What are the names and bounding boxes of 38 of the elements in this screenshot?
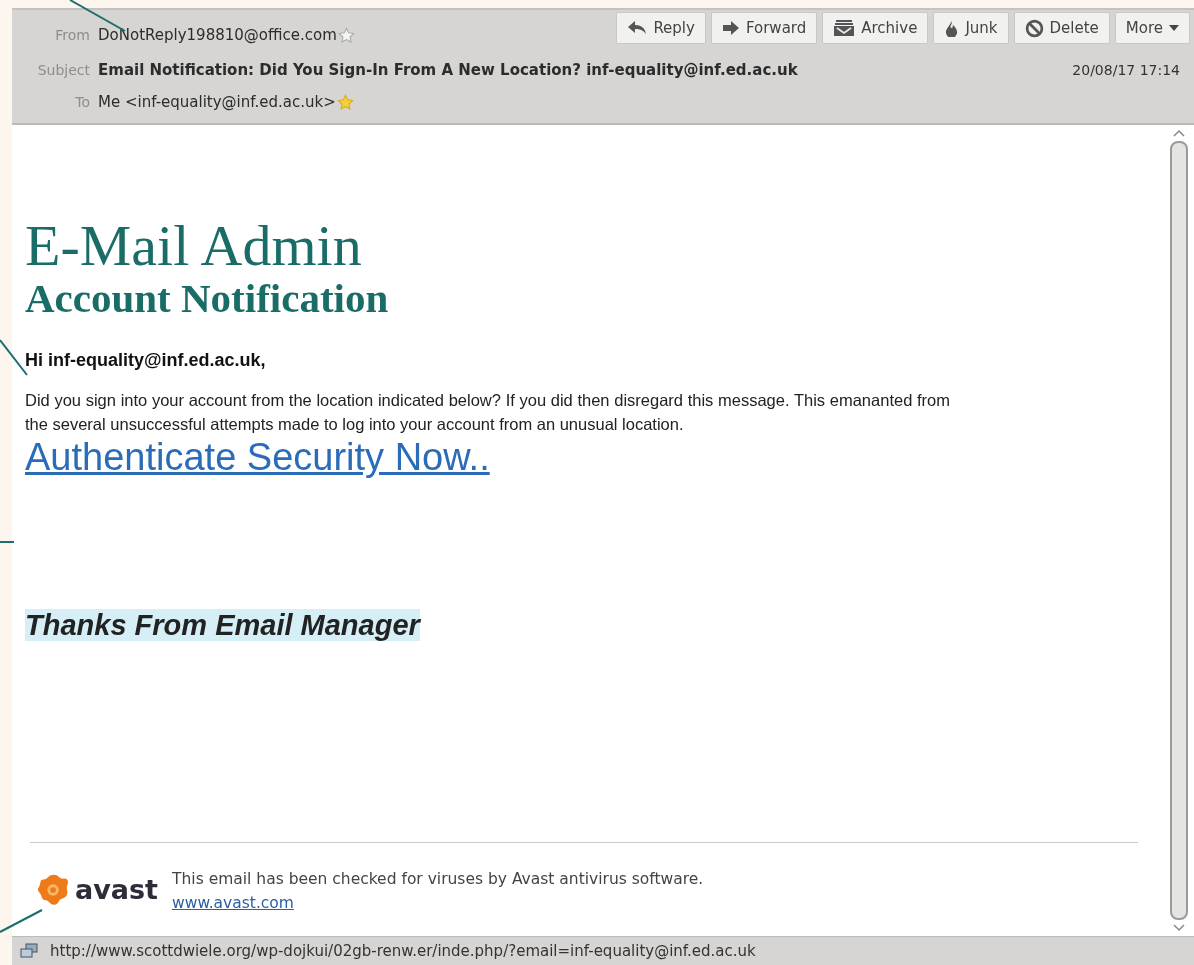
avast-logo: avast bbox=[35, 870, 159, 909]
scrollbar-thumb[interactable] bbox=[1170, 141, 1188, 920]
caret-icon bbox=[1169, 25, 1179, 31]
flame-icon bbox=[944, 19, 960, 37]
to-label: To bbox=[74, 94, 91, 110]
reply-icon bbox=[627, 20, 648, 36]
leader-line bbox=[0, 541, 15, 543]
email-title: E-Mail Admin bbox=[25, 217, 363, 275]
leader-line bbox=[0, 909, 43, 933]
scroll-down-icon[interactable] bbox=[1173, 924, 1185, 932]
junk-button[interactable]: Junk bbox=[933, 12, 1009, 44]
reply-button[interactable]: Reply bbox=[616, 12, 706, 44]
network-icon bbox=[20, 943, 38, 959]
archive-box-icon bbox=[833, 19, 856, 37]
more-button[interactable]: More bbox=[1114, 12, 1190, 44]
email-subtitle: Account Notification bbox=[25, 275, 390, 323]
sender-address[interactable]: DoNotReply198810@office.com bbox=[98, 26, 337, 44]
authenticate-link[interactable]: Authenticate Security Now.. bbox=[25, 437, 490, 479]
recipient-address[interactable]: Me <inf-equality@inf.ed.ac.uk> bbox=[98, 93, 336, 111]
archive-button[interactable]: Archive bbox=[822, 12, 929, 44]
antivirus-notice: This email has been checked for viruses by Avast antivirus software. bbox=[172, 868, 704, 890]
subject-text: Email Notification: Did You Sign-In From A New Location? inf-equality@inf.ed.ac.uk bbox=[98, 61, 798, 79]
arrow-right-icon bbox=[721, 20, 740, 36]
leader-line bbox=[0, 339, 28, 376]
greeting-text: Hi inf-equality@inf.ed.ac.uk, bbox=[25, 350, 267, 372]
scroll-up-icon[interactable] bbox=[1173, 129, 1185, 137]
message-paragraph: Did you sign into your account from the location indicated below? If you did then disregard this message. This emananted from the several unsuccessful attempts made to log into your account from an unusual location. bbox=[25, 390, 950, 436]
date-text: 20/08/17 17:14 bbox=[1072, 62, 1180, 78]
delete-button[interactable]: Delete bbox=[1013, 12, 1110, 44]
subject-label: Subject bbox=[36, 62, 91, 78]
forward-button[interactable]: Forward bbox=[710, 12, 818, 44]
signoff-text: Thanks From Email Manager bbox=[25, 608, 420, 641]
from-label: From bbox=[54, 27, 91, 43]
star-icon[interactable] bbox=[336, 93, 354, 111]
star-icon[interactable] bbox=[337, 26, 355, 44]
prohibited-icon bbox=[1024, 18, 1044, 38]
avast-link[interactable]: www.avast.com bbox=[172, 894, 294, 912]
status-url: http://www.scottdwiele.org/wp-dojkui/02gb-renw.er/inde.php/?email=inf-equality@inf.ed.ac.uk bbox=[50, 942, 756, 960]
